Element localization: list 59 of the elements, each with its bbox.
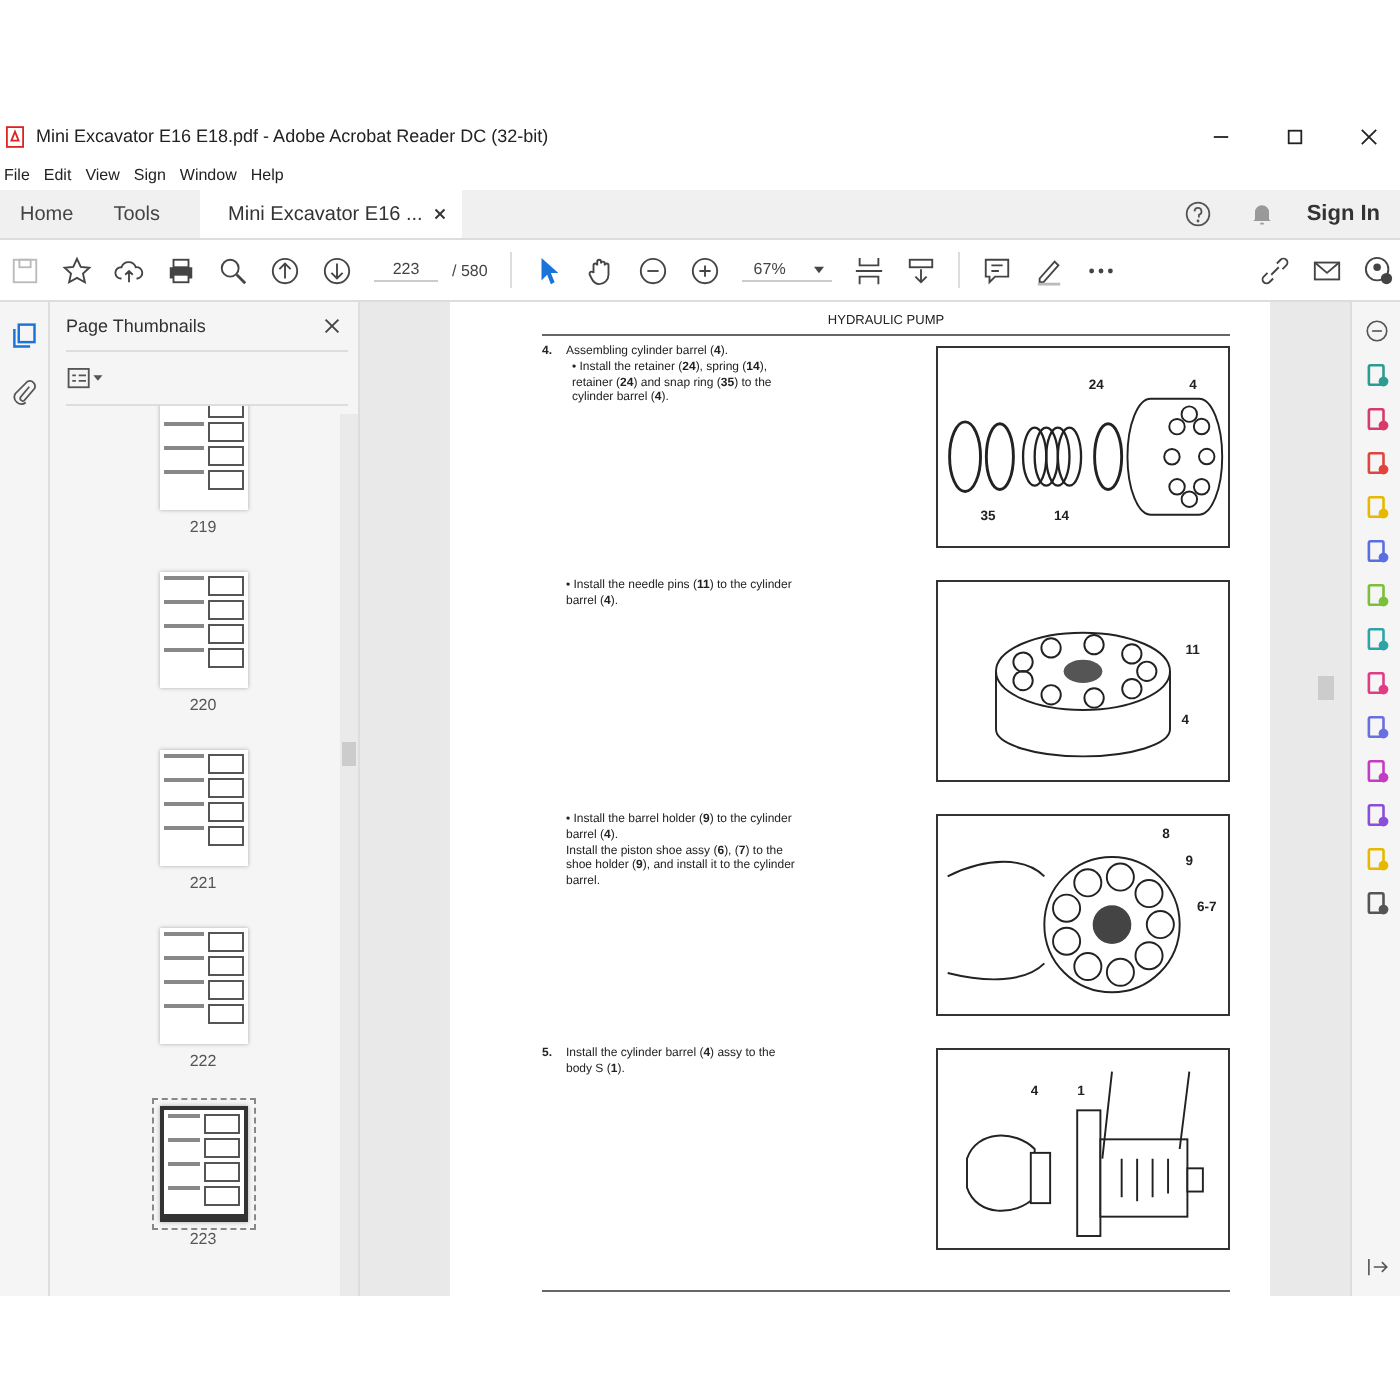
menu-item[interactable]: Edit xyxy=(43,165,72,183)
menu-item[interactable]: File xyxy=(4,165,30,183)
caret-icon[interactable] xyxy=(813,265,824,273)
user-add-icon[interactable] xyxy=(1364,255,1394,285)
tool-icon[interactable] xyxy=(1363,362,1389,388)
tool-icon[interactable] xyxy=(1363,758,1389,784)
tool-icon[interactable] xyxy=(1363,890,1389,916)
tool-icon[interactable] xyxy=(1363,670,1389,696)
star-icon[interactable] xyxy=(62,255,92,285)
page-label: 222 xyxy=(189,1052,217,1070)
close-icon[interactable] xyxy=(1360,127,1378,145)
paperclip-icon[interactable] xyxy=(10,378,38,406)
menu-item[interactable]: Window xyxy=(179,165,237,183)
page-thumbnail[interactable] xyxy=(159,928,247,1044)
menu-item[interactable]: View xyxy=(85,165,120,183)
page-fit-icon[interactable] xyxy=(853,255,884,285)
maximize-icon[interactable] xyxy=(1286,127,1304,145)
tool-icon[interactable] xyxy=(1363,802,1389,828)
cloud-upload-icon[interactable] xyxy=(114,255,144,285)
zoom-icon[interactable] xyxy=(1363,318,1389,344)
pen-icon[interactable] xyxy=(1033,255,1064,285)
page-thumbnail[interactable] xyxy=(159,406,247,510)
pages-icon[interactable] xyxy=(10,322,38,350)
panel-title: Page Thumbnails xyxy=(66,316,206,336)
print-icon[interactable] xyxy=(166,255,196,285)
tab[interactable]: Mini Excavator E16 ... xyxy=(200,190,463,238)
tool-icon[interactable] xyxy=(1363,406,1389,432)
zoom-in-icon[interactable] xyxy=(689,255,720,285)
tool-icon[interactable] xyxy=(1363,714,1389,740)
page-total: / 580 xyxy=(452,261,488,279)
arrow-up-circle-icon[interactable] xyxy=(270,255,300,285)
zoom-dropdown[interactable]: 67% xyxy=(741,258,832,282)
tool-icon[interactable] xyxy=(1363,538,1389,564)
zoom-out-icon[interactable] xyxy=(637,255,668,285)
tab[interactable]: Tools xyxy=(93,190,181,238)
page-number-field[interactable]: 223 xyxy=(374,258,438,282)
close-icon[interactable] xyxy=(434,208,447,220)
page-label: 221 xyxy=(189,874,217,892)
sign-in-button[interactable]: Sign In xyxy=(1294,190,1400,238)
tool-icon[interactable] xyxy=(1363,450,1389,476)
search-icon[interactable] xyxy=(218,255,248,285)
page-thumbnail[interactable] xyxy=(159,750,247,866)
close-icon[interactable] xyxy=(324,318,340,334)
menu-item[interactable]: Sign xyxy=(133,165,166,183)
page-label: 220 xyxy=(189,696,217,714)
expand-panel-icon[interactable] xyxy=(1363,1254,1389,1280)
arrow-down-circle-icon[interactable] xyxy=(322,255,352,285)
scroll-mode-icon[interactable] xyxy=(905,255,936,285)
window-title: Mini Excavator E16 E18.pdf - Adobe Acrobat Reader DC (32-bit) xyxy=(36,126,549,146)
link-icon[interactable] xyxy=(1260,255,1290,285)
options-icon[interactable] xyxy=(66,367,106,389)
page-thumbnail[interactable] xyxy=(159,572,247,688)
menu-item[interactable]: Help xyxy=(250,165,284,183)
help-icon[interactable] xyxy=(1184,200,1213,228)
tab[interactable]: Home xyxy=(0,190,94,238)
page-label: 219 xyxy=(189,518,217,536)
page-label: 223 xyxy=(189,1230,217,1248)
comment-icon[interactable] xyxy=(981,255,1012,285)
pdf-icon xyxy=(6,125,24,147)
